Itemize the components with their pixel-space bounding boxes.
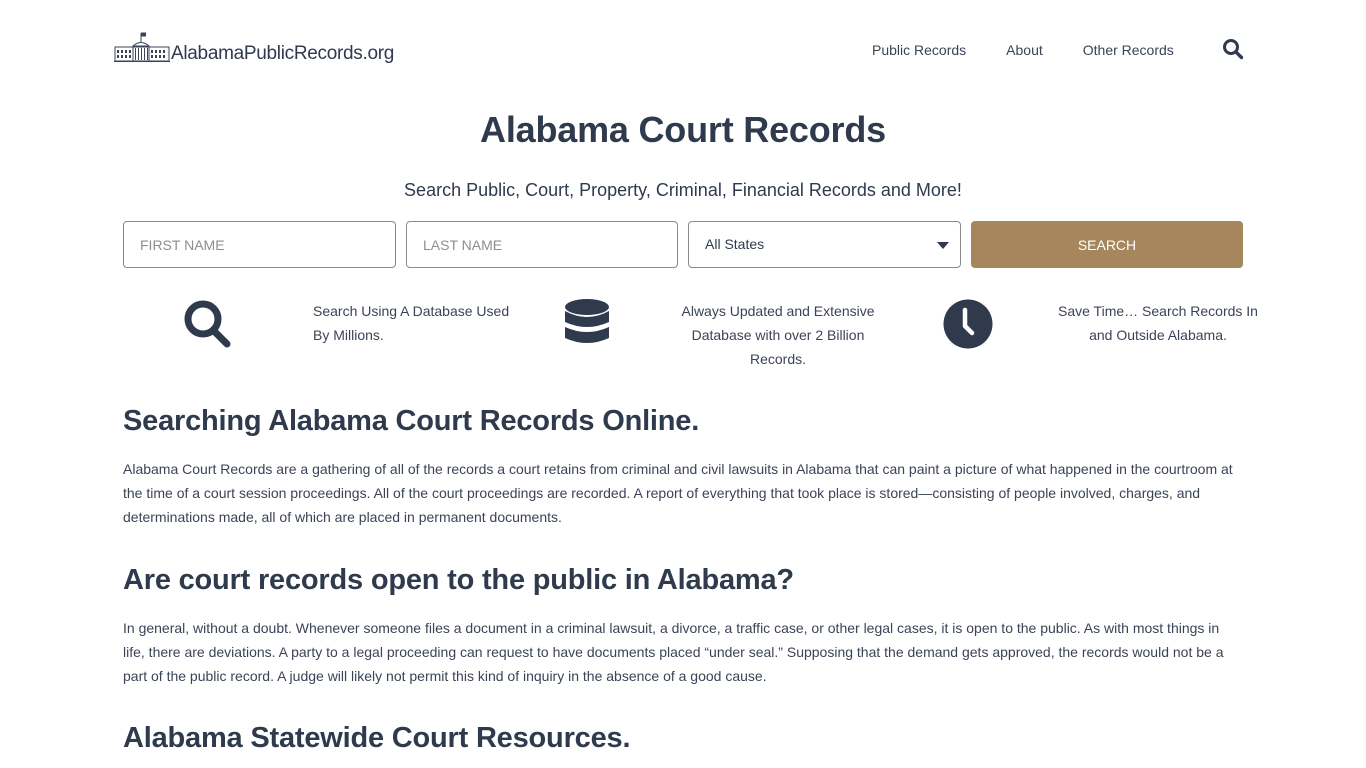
search-icon[interactable]: [1222, 38, 1244, 60]
page-title: Alabama Court Records: [480, 109, 886, 150]
search-button[interactable]: SEARCH: [971, 221, 1243, 268]
features-row: Search Using A Database Used By Millions…: [123, 298, 1258, 378]
section-heading-statewide-resources: Alabama Statewide Court Resources.: [123, 722, 631, 754]
page-subtitle: Search Public, Court, Property, Criminal…: [404, 180, 962, 200]
nav-about[interactable]: About: [1006, 40, 1043, 60]
state-select-value: All States: [705, 236, 765, 252]
feature-text-2: Always Updated and Extensive Database wi…: [681, 303, 875, 367]
section-body-public-access: In general, without a doubt. Whenever so…: [123, 620, 1224, 684]
nav-other-records[interactable]: Other Records: [1083, 40, 1174, 60]
clock-icon: [943, 299, 993, 349]
nav-public-records[interactable]: Public Records: [872, 40, 966, 60]
database-icon: [565, 299, 609, 343]
caret-down-icon: [937, 242, 949, 249]
section-body-searching: Alabama Court Records are a gathering of…: [123, 461, 1233, 525]
logo-text: AlabamaPublicRecords.org: [171, 43, 395, 64]
first-name-input[interactable]: [123, 221, 396, 268]
section-heading-public-access: Are court records open to the public in …: [123, 564, 794, 596]
people-search-form: All States SEARCH: [123, 221, 1243, 268]
search-icon: [184, 300, 231, 348]
capitol-building-icon: [114, 32, 170, 62]
feature-text-3: Save Time… Search Records In and Outside…: [1058, 303, 1258, 343]
site-header: AlabamaPublicRecords.org Public Records …: [0, 0, 1366, 100]
main-nav: Public Records About Other Records: [872, 40, 1174, 60]
section-heading-searching: Searching Alabama Court Records Online.: [123, 405, 700, 437]
feature-text-1: Search Using A Database Used By Millions…: [313, 303, 510, 343]
last-name-input[interactable]: [406, 221, 678, 268]
site-logo[interactable]: AlabamaPublicRecords.org: [114, 31, 395, 64]
state-select[interactable]: All States: [688, 221, 961, 268]
